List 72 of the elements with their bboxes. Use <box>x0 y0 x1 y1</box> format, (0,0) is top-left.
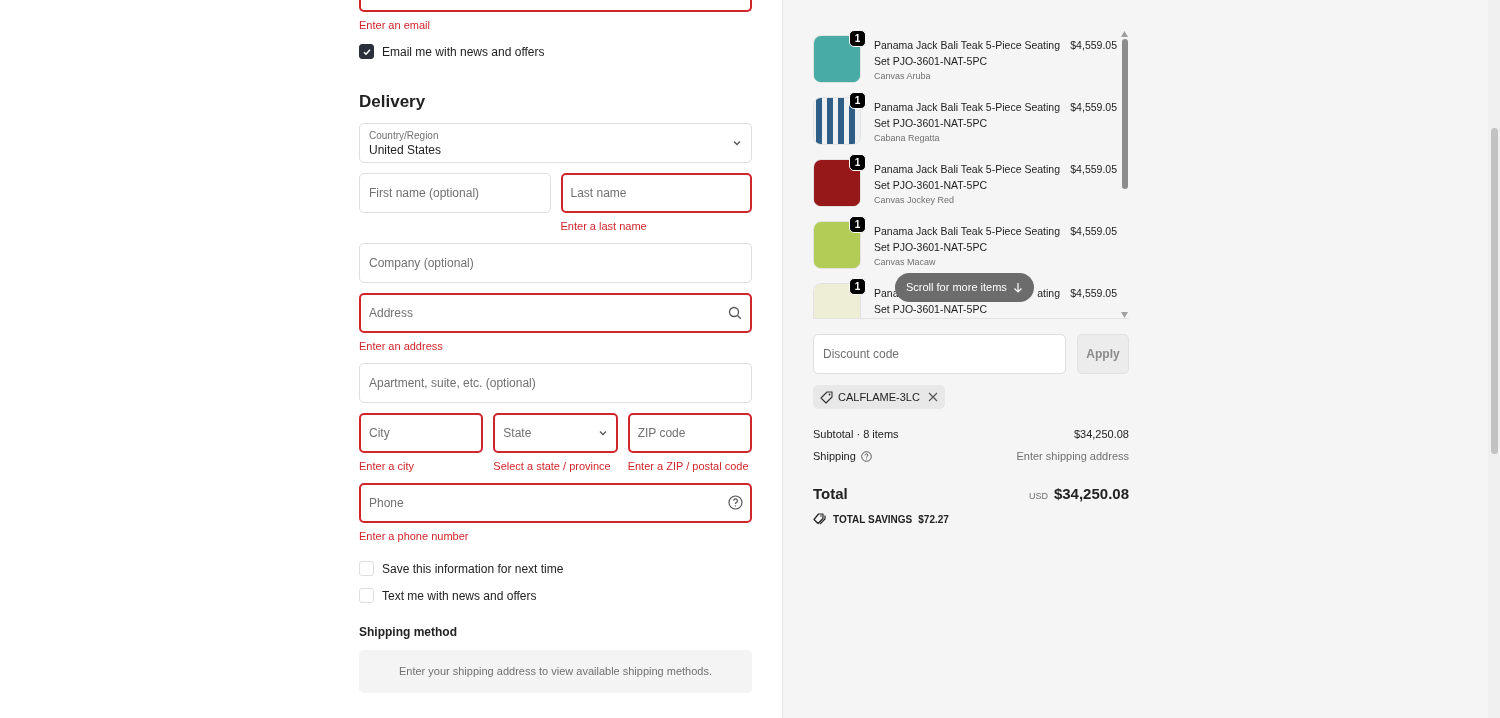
product-price: $4,559.05 <box>1070 38 1117 53</box>
product-variant: Canvas Jockey Red <box>874 194 956 207</box>
section-heading: Shipping method <box>359 624 458 640</box>
product-price: $4,559.05 <box>1070 162 1117 177</box>
product-price: $4,559.05 <box>1070 224 1117 239</box>
discount-field[interactable]: Discount code <box>813 334 1066 374</box>
product-title: ating <box>1037 286 1060 301</box>
checkbox-label: Email me with news and offers <box>382 43 545 61</box>
quantity-badge: 1 <box>849 278 866 295</box>
select-field[interactable]: Country/Region United States <box>359 123 752 163</box>
error-message: Enter a phone number <box>359 529 470 543</box>
product-title: Panama Jack Bali Teak 5-Piece Seating <box>874 100 1060 115</box>
section-heading: Delivery <box>359 91 427 113</box>
input-field[interactable]: City <box>359 413 484 453</box>
quantity-badge: 1 <box>849 92 866 109</box>
shipping-notice: Enter your shipping address to view available shipping methods. <box>359 650 752 693</box>
product-price: $4,559.05 <box>1070 100 1117 115</box>
product-price: $4,559.05 <box>1070 286 1117 301</box>
product-variant: Canvas Macaw <box>874 256 937 269</box>
product-title: Panama Jack Bali Teak 5-Piece Seating <box>874 162 1060 177</box>
help-icon[interactable] <box>728 495 743 510</box>
chevron-down-icon <box>597 428 608 438</box>
close-icon[interactable] <box>927 392 938 402</box>
savings-amount: $72.27 <box>918 512 949 527</box>
summary-label: Shipping <box>813 448 856 464</box>
product-title: Set PJO-3601-NAT-5PC <box>874 54 988 69</box>
checkbox-label: Save this information for next time <box>382 560 564 578</box>
error-message: Enter an email <box>359 18 431 32</box>
error-message: Enter an address <box>359 339 444 353</box>
quantity-badge: 1 <box>849 31 866 47</box>
product-variant: Canvas Aruba <box>874 70 932 83</box>
quantity-badge: 1 <box>849 216 866 233</box>
error-message: Enter a last name <box>560 219 648 233</box>
product-title: Set PJO-3601-NAT-5PC <box>874 116 988 131</box>
apply-button[interactable]: Apply <box>1077 334 1129 374</box>
scroll-down-icon[interactable] <box>1121 312 1128 318</box>
help-icon[interactable] <box>860 450 872 462</box>
discount-code: CALFLAME-3LC <box>838 389 920 405</box>
product-title: Panama Jack Bali Teak 5-Piece Seating <box>874 38 1060 53</box>
input-field[interactable]: Phone <box>359 483 752 523</box>
error-message: Enter a city <box>359 459 416 473</box>
tag-icon <box>820 390 833 404</box>
product-title: Set PJO-3601-NAT-5PC <box>874 302 988 317</box>
total-label: Total <box>813 484 848 504</box>
check-icon <box>361 46 372 57</box>
savings-label: TOTAL SAVINGS <box>833 512 913 527</box>
product-title: Set PJO-3601-NAT-5PC <box>874 240 988 255</box>
quantity-badge: 1 <box>849 154 866 171</box>
search-icon <box>728 306 742 320</box>
input-field[interactable]: Last name <box>560 173 752 213</box>
chevron-down-icon <box>732 138 742 148</box>
summary-value: $34,250.08 <box>1073 426 1129 442</box>
arrow-down-icon <box>1012 282 1023 293</box>
total-amount: $34,250.08 <box>1053 484 1129 504</box>
input-field[interactable]: ZIP code <box>627 413 752 453</box>
checkbox-label: Text me with news and offers <box>382 587 537 605</box>
scroll-up-icon[interactable] <box>1121 31 1128 37</box>
error-message: Select a state / province <box>493 459 612 473</box>
product-title: Panama Jack Bali Teak 5-Piece Seating <box>874 224 1060 239</box>
scrollbar-thumb[interactable] <box>1121 39 1128 189</box>
error-message: Enter a ZIP / postal code <box>627 459 750 473</box>
input-field[interactable]: Address <box>359 293 752 333</box>
summary-label: Subtotal · 8 items <box>813 426 899 442</box>
product-variant: Cabana Regatta <box>874 132 941 145</box>
currency-code: USD <box>1028 490 1048 503</box>
checkbox[interactable] <box>359 44 374 59</box>
email-field[interactable] <box>359 0 752 12</box>
select-field[interactable]: State <box>493 413 618 453</box>
summary-value: Enter shipping address <box>1016 448 1129 464</box>
scrollbar-thumb[interactable] <box>1490 128 1498 454</box>
tags-icon <box>813 513 827 525</box>
product-title: Set PJO-3601-NAT-5PC <box>874 178 988 193</box>
